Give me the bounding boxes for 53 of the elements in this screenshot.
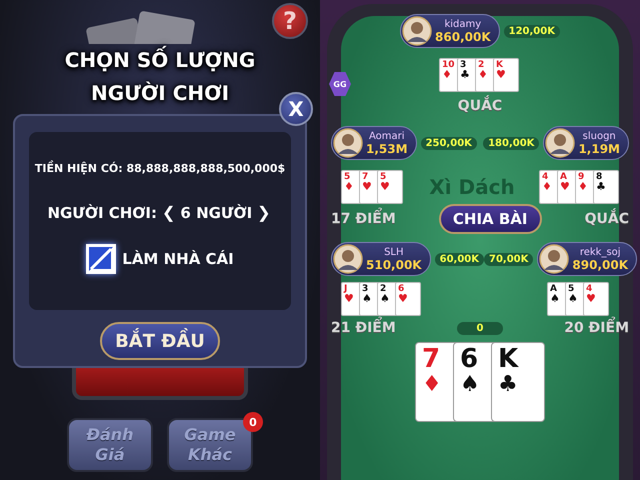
dialog-title: CHỌN SỐ LƯỢNG NGƯỜI CHƠI <box>45 44 275 110</box>
bet-amount: 60,00K <box>434 252 484 266</box>
playing-card: 5 ♦ <box>341 170 361 204</box>
playing-card: 4 ♥ <box>583 282 609 316</box>
playing-card: J ♥ <box>341 282 361 316</box>
gg-badge: GG <box>329 72 351 96</box>
playing-card: 8 ♣ <box>593 170 619 204</box>
bet-amount: 70,00K <box>484 252 534 266</box>
playing-card: 5 ♥ <box>377 170 403 204</box>
bet-amount: 250,00K <box>420 136 477 150</box>
playing-card: A ♥ <box>557 170 577 204</box>
playing-card: A ♠ <box>547 282 567 316</box>
next-button[interactable]: ❯ <box>255 203 273 222</box>
bet-amount: 120,00K <box>504 24 560 38</box>
player-money: 1,19M <box>578 142 620 156</box>
playing-card: 7 ♥ <box>359 170 379 204</box>
playing-card: 3 ♠ <box>359 282 379 316</box>
avatar-icon <box>333 244 363 274</box>
player-money: 860,00K <box>435 30 491 44</box>
player-name: Aomari <box>369 130 405 142</box>
playing-card: 9 ♦ <box>575 170 595 204</box>
dealer-checkbox[interactable] <box>86 244 116 274</box>
players-value: 6 NGƯỜI <box>180 204 252 222</box>
notification-badge: 0 <box>243 412 263 432</box>
player-name: sluogn <box>582 130 616 142</box>
help-button[interactable]: ? <box>272 3 308 39</box>
pot-amount: 0 <box>456 322 504 334</box>
player-name: kidamy <box>444 18 482 30</box>
player-name: rekk_soj <box>580 246 621 258</box>
players-label: NGƯỜI CHƠI: <box>47 204 157 222</box>
deal-button[interactable]: CHIA BÀI <box>438 204 542 234</box>
start-button[interactable]: BẮT ĐẦU <box>100 322 220 360</box>
player-money: 890,00K <box>572 258 628 272</box>
player-money: 1,53M <box>366 142 408 156</box>
bet-amount: 180,00K <box>483 136 540 150</box>
close-button[interactable]: X <box>279 92 313 126</box>
playing-card: K ♥ <box>493 58 519 92</box>
playing-card: 6 ♥ <box>395 282 421 316</box>
playing-card: 2 ♦ <box>475 58 495 92</box>
playing-card: 3 ♣ <box>457 58 477 92</box>
playing-card: 10 ♦ <box>439 58 459 92</box>
avatar-icon <box>333 128 363 158</box>
avatar-icon <box>402 16 432 46</box>
avatar-icon <box>545 128 576 158</box>
playing-card: 4 ♦ <box>539 170 559 204</box>
player-name: SLH <box>384 246 404 258</box>
playing-card: 5 ♠ <box>565 282 585 316</box>
playing-card: 2 ♠ <box>377 282 397 316</box>
dealer-label: LÀM NHÀ CÁI <box>122 250 234 268</box>
player-money: 510,00K <box>366 258 422 272</box>
balance-text: TIỀN HIỆN CÓ: 88,888,888,888,500,000$ <box>34 162 286 175</box>
previous-button[interactable]: ❮ <box>160 203 178 222</box>
avatar-icon <box>539 244 570 274</box>
